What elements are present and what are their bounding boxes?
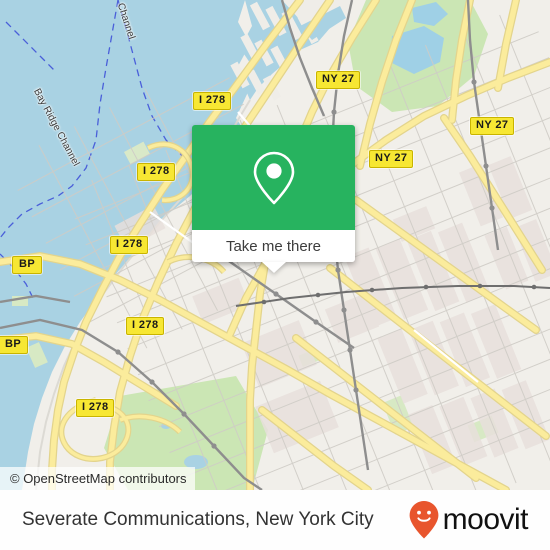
map-screenshot: Bay Ridge Channel Channel I 278 I 278 I … <box>0 0 550 550</box>
route-shield-i278: I 278 <box>137 163 176 181</box>
route-shield-bp: BP <box>0 336 29 354</box>
route-shield-i278: I 278 <box>126 317 165 335</box>
map-pin-icon <box>253 151 294 204</box>
moovit-logo[interactable]: moovit <box>408 500 529 540</box>
route-shield-i278: I 278 <box>110 236 149 254</box>
location-callout[interactable]: Take me there <box>192 125 355 273</box>
take-me-there-label: Take me there <box>225 237 322 255</box>
moovit-wordmark: moovit <box>442 503 529 536</box>
route-shield-i278: I 278 <box>76 399 115 417</box>
footer-place-title: Severate Communications, New York City <box>22 509 374 530</box>
route-shield-bp: BP <box>12 256 43 274</box>
route-shield-ny27: NY 27 <box>470 117 515 135</box>
route-shield-ny27: NY 27 <box>316 71 361 89</box>
route-shield-i278: I 278 <box>193 92 232 110</box>
route-shield-ny27: NY 27 <box>369 150 414 168</box>
moovit-smiley-pin-icon <box>409 501 439 539</box>
take-me-there-button[interactable]: Take me there <box>192 230 355 262</box>
footer-bar: Severate Communications, New York City m… <box>0 490 550 550</box>
map-canvas[interactable]: Bay Ridge Channel Channel I 278 I 278 I … <box>0 0 550 490</box>
map-attribution[interactable]: © OpenStreetMap contributors <box>0 467 195 490</box>
callout-header <box>192 125 355 230</box>
callout-tail <box>261 262 286 273</box>
attribution-text: © OpenStreetMap contributors <box>10 471 187 486</box>
